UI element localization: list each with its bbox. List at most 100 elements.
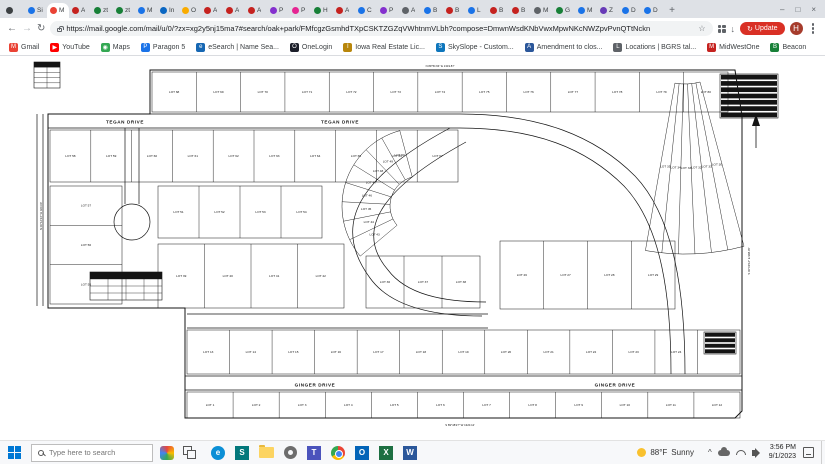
tab-favicon: [270, 7, 277, 14]
browser-tab[interactable]: D: [641, 3, 663, 18]
action-center-icon[interactable]: [803, 447, 814, 458]
address-bar[interactable]: ☆: [50, 21, 712, 36]
bookmark-item[interactable]: SSkySlope - Custom...: [436, 43, 514, 52]
browser-tab[interactable]: D: [619, 3, 641, 18]
close-icon[interactable]: ×: [811, 5, 816, 14]
browser-tab[interactable]: B: [509, 3, 531, 18]
taskbar-app-sharepoint[interactable]: S: [230, 441, 254, 464]
browser-tab[interactable]: A: [69, 3, 91, 18]
browser-tab[interactable]: B: [487, 3, 509, 18]
tab-favicon: [248, 7, 255, 14]
weather-widget[interactable]: 88°F Sunny: [637, 448, 694, 457]
back-icon[interactable]: ←: [7, 24, 17, 34]
download-icon[interactable]: ↓: [731, 24, 736, 34]
task-view-icon[interactable]: [183, 446, 196, 459]
bookmark-item[interactable]: PParagon 5: [141, 43, 185, 52]
bookmark-item[interactable]: OOneLogin: [290, 43, 332, 52]
lot-label: LOT 21: [543, 350, 554, 354]
taskbar-clock[interactable]: 3:56 PM 9/1/2023: [769, 444, 796, 461]
bookmark-item[interactable]: LLocations | BGRS tal...: [613, 43, 696, 52]
taskbar-app-chrome[interactable]: [326, 441, 350, 464]
lot-label: LOT 54: [296, 210, 307, 214]
widgets-icon[interactable]: [160, 446, 174, 460]
bookmark-item[interactable]: IIowa Real Estate Lic...: [343, 43, 425, 52]
page-content: LOT 68LOT 69LOT 70LOT 71LOT 72LOT 73LOT …: [0, 56, 825, 440]
browser-tab[interactable]: G: [553, 3, 575, 18]
browser-tab[interactable]: O: [179, 3, 201, 18]
browser-tab[interactable]: A: [333, 3, 355, 18]
browser-tab[interactable]: P: [289, 3, 311, 18]
browser-tab[interactable]: Z: [597, 3, 619, 18]
bookmark-favicon: I: [343, 43, 352, 52]
bookmark-item[interactable]: MMidWestOne: [707, 43, 759, 52]
tab-favicon: [534, 7, 541, 14]
tab-favicon: [490, 7, 497, 14]
browser-tab[interactable]: M: [135, 3, 157, 18]
browser-tab[interactable]: A: [201, 3, 223, 18]
bookmark-item[interactable]: ◉Maps: [101, 43, 130, 52]
start-button[interactable]: [8, 446, 22, 460]
wifi-icon[interactable]: [736, 450, 746, 455]
lot-label: LOT 26: [517, 273, 528, 277]
menu-kebab-icon[interactable]: [812, 27, 815, 30]
lot-label: LOT 76: [523, 90, 534, 94]
browser-tab[interactable]: A: [399, 3, 421, 18]
taskbar-app-word[interactable]: W: [398, 441, 422, 464]
taskbar-app-teams[interactable]: T: [302, 441, 326, 464]
lot-label: LOT 44: [364, 220, 375, 224]
taskbar-app-edge[interactable]: e: [206, 441, 230, 464]
lot-label: LOT 5: [390, 403, 399, 407]
browser-tab[interactable]: C: [355, 3, 377, 18]
minimize-icon[interactable]: –: [780, 5, 784, 14]
browser-tab[interactable]: A: [245, 3, 267, 18]
browser-tab[interactable]: zt: [113, 3, 135, 18]
survey-dimension: S 00°09'12" E 988.45': [747, 247, 751, 275]
taskbar-app-outlook[interactable]: O: [350, 441, 374, 464]
bookmark-label: Iowa Real Estate Lic...: [355, 44, 425, 51]
lot-label: LOT 36: [380, 280, 391, 284]
browser-tab[interactable]: P: [377, 3, 399, 18]
extensions-icon[interactable]: [718, 25, 726, 33]
browser-tab[interactable]: Si: [25, 3, 47, 18]
bookmark-item[interactable]: MGmail: [9, 43, 39, 52]
forward-icon[interactable]: →: [22, 24, 32, 34]
maximize-icon[interactable]: □: [795, 5, 800, 14]
browser-tab[interactable]: zt: [91, 3, 113, 18]
bookmark-label: Locations | BGRS tal...: [625, 44, 696, 51]
browser-tab[interactable]: B: [421, 3, 443, 18]
bookmark-item[interactable]: ▶YouTube: [50, 43, 90, 52]
new-tab-button[interactable]: +: [665, 3, 679, 17]
tray-chevron-icon[interactable]: ^: [708, 448, 712, 457]
browser-tab[interactable]: M: [531, 3, 553, 18]
reload-icon[interactable]: ↻: [37, 24, 45, 34]
browser-tab[interactable]: M: [575, 3, 597, 18]
tab-favicon: [160, 7, 167, 14]
tab-favicon: [402, 7, 409, 14]
bookmark-star-icon[interactable]: ☆: [698, 24, 705, 33]
browser-tab[interactable]: L: [465, 3, 487, 18]
url-input[interactable]: [66, 24, 694, 33]
clock-time: 3:56 PM: [769, 444, 796, 452]
bookmark-item[interactable]: BBeacon: [770, 43, 806, 52]
lot-label: LOT 42: [316, 274, 327, 278]
search-input[interactable]: [49, 448, 146, 457]
volume-icon[interactable]: [752, 450, 756, 456]
taskbar-app-settings[interactable]: [278, 441, 302, 464]
browser-tab[interactable]: B: [443, 3, 465, 18]
browser-tab[interactable]: In: [157, 3, 179, 18]
taskbar-app-file-explorer[interactable]: [254, 441, 278, 464]
update-button[interactable]: ↻Update: [740, 22, 784, 35]
taskbar-app-excel[interactable]: X: [374, 441, 398, 464]
browser-tab[interactable]: P: [267, 3, 289, 18]
browser-tab[interactable]: A: [223, 3, 245, 18]
bookmark-item[interactable]: eeSearch | Name Sea...: [196, 43, 279, 52]
onedrive-cloud-icon[interactable]: [718, 450, 730, 456]
browser-tab[interactable]: H: [311, 3, 333, 18]
browser-tab[interactable]: M: [47, 3, 69, 18]
show-desktop-button[interactable]: [821, 441, 825, 464]
taskbar-search[interactable]: [31, 444, 153, 462]
bookmark-item[interactable]: AAmendment to clos...: [525, 43, 603, 52]
browser-tab[interactable]: [3, 3, 25, 18]
bookmark-label: Paragon 5: [153, 44, 185, 51]
profile-avatar[interactable]: H: [790, 22, 803, 35]
